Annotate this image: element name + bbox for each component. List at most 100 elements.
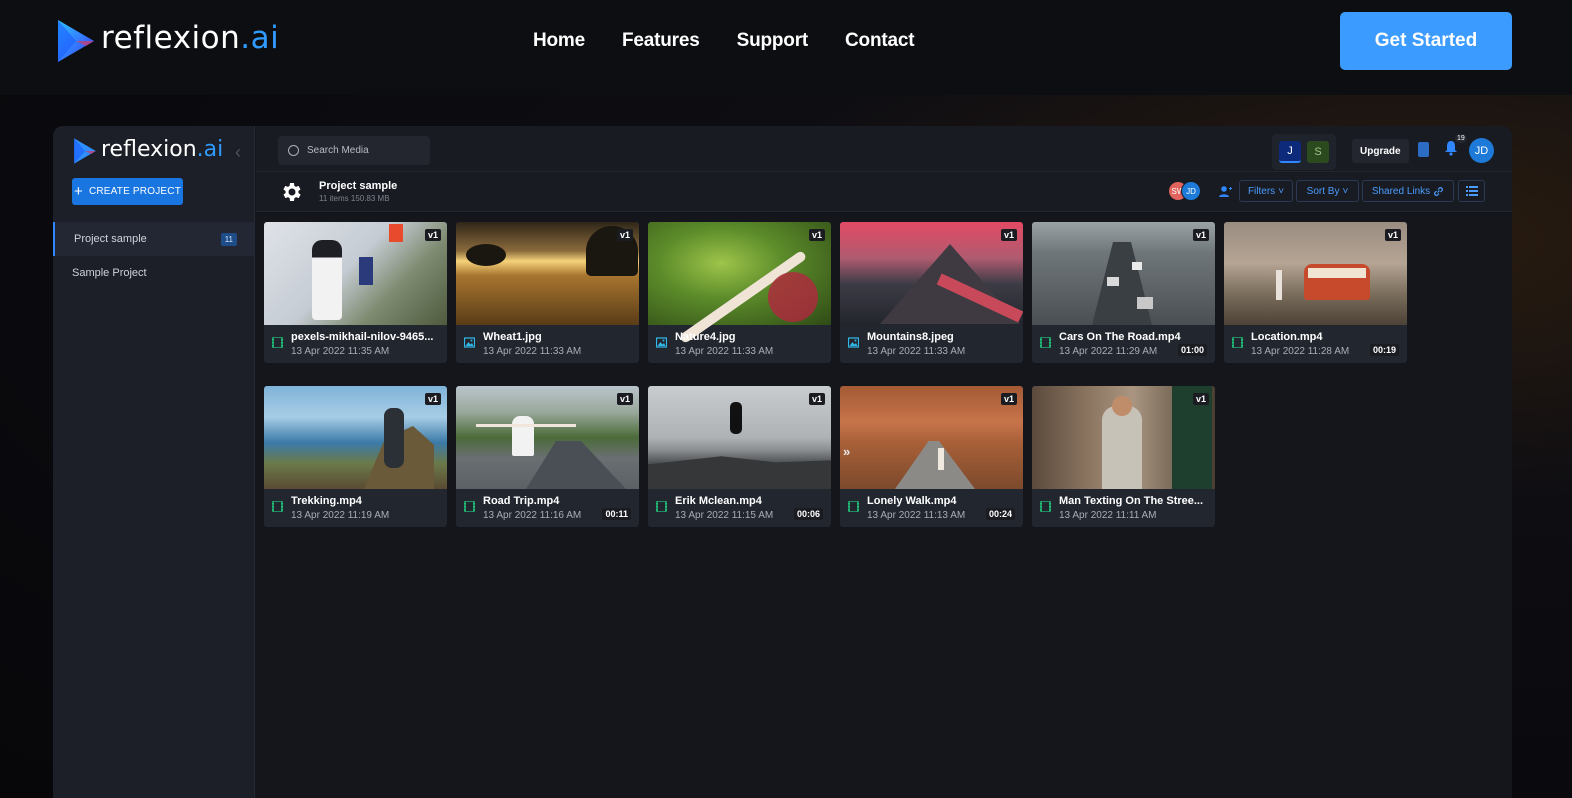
media-thumbnail [1224,222,1407,325]
workspace-j[interactable]: J [1279,141,1301,163]
media-date: 13 Apr 2022 11:13 AM [867,510,966,521]
filters-button[interactable]: Filters ˅ [1239,180,1293,202]
image-file-icon [656,337,667,348]
media-card[interactable]: v1 Wheat1.jpg 13 Apr 2022 11:33 AM [456,222,639,363]
video-file-icon [1040,501,1051,512]
media-name: Erik Mclean.mp4 [675,495,762,507]
project-meta: 11 items 150.83 MB [319,194,390,203]
media-thumbnail [456,222,639,325]
sort-by-button[interactable]: Sort By ˅ [1296,180,1359,202]
media-card[interactable]: v1 01:00 Cars On The Road.mp4 13 Apr 202… [1032,222,1215,363]
brand-name: reflexion [101,20,241,56]
duration-badge: 00:24 [985,508,1015,520]
add-user-icon[interactable] [1218,185,1232,198]
sort-by-label: Sort By [1306,185,1340,197]
media-thumbnail [840,386,1023,489]
media-date: 13 Apr 2022 11:35 AM [291,346,390,357]
media-name: Road Trip.mp4 [483,495,560,507]
media-name: Man Texting On The Stree... [1059,495,1204,507]
project-name: Project sample [74,233,147,245]
workspace-s[interactable]: S [1307,141,1329,163]
app-brand-name: reflexion [101,136,197,162]
video-file-icon [1040,337,1051,348]
brand-suffix: .ai [240,20,280,56]
media-card[interactable]: v1 Trekking.mp4 13 Apr 2022 11:19 AM [264,386,447,527]
chevron-down-icon: ˅ [1342,185,1349,197]
media-date: 13 Apr 2022 11:11 AM [1059,510,1157,521]
media-date: 13 Apr 2022 11:19 AM [291,510,390,521]
media-thumbnail [840,222,1023,325]
media-card[interactable]: v1 Nature4.jpg 13 Apr 2022 11:33 AM [648,222,831,363]
media-date: 13 Apr 2022 11:33 AM [867,346,966,357]
media-date: 13 Apr 2022 11:16 AM [483,510,582,521]
play-logo-icon [74,138,96,164]
create-project-button[interactable]: + CREATE PROJECT [72,178,183,205]
search-icon [288,145,299,156]
duration-badge: 00:19 [1369,344,1399,356]
nav-home[interactable]: Home [533,30,585,52]
image-file-icon [848,337,859,348]
project-item[interactable]: Project sample 11 [53,222,255,256]
nav-support[interactable]: Support [737,30,809,52]
media-thumbnail [648,386,831,489]
media-name: Location.mp4 [1251,331,1323,343]
media-card[interactable]: v1 Mountains8.jpeg 13 Apr 2022 11:33 AM [840,222,1023,363]
media-date: 13 Apr 2022 11:33 AM [483,346,582,357]
get-started-button[interactable]: Get Started [1340,12,1512,70]
version-badge: v1 [808,393,825,405]
project-toolbar: Project sample 11 items 150.83 MB SW JD … [256,172,1512,212]
chevron-left-icon[interactable]: ‹ [235,142,241,163]
video-file-icon [272,337,283,348]
duration-badge: 00:06 [793,508,823,520]
upgrade-button[interactable]: Upgrade [1352,139,1409,163]
media-card[interactable]: v1 00:06 Erik Mclean.mp4 13 Apr 2022 11:… [648,386,831,527]
media-card[interactable]: v1 00:11 Road Trip.mp4 13 Apr 2022 11:16… [456,386,639,527]
media-thumbnail [648,222,831,345]
search-input[interactable] [307,145,417,156]
nav-contact[interactable]: Contact [845,30,915,52]
media-thumbnail [264,222,447,325]
media-card[interactable]: v1 pexels-mikhail-nilov-9465... 13 Apr 2… [264,222,447,363]
version-badge: v1 [1192,393,1209,405]
version-badge: v1 [424,393,441,405]
notification-count: 19 [1455,134,1467,143]
avatar: JD [1181,181,1201,201]
collaborator-avatars[interactable]: SW JD [1168,181,1201,201]
video-file-icon [1232,337,1243,348]
version-badge: v1 [616,393,633,405]
shared-links-button[interactable]: Shared Links [1362,180,1454,202]
media-card[interactable]: v1 Man Texting On The Stree... 13 Apr 20… [1032,386,1215,527]
app-window: reflexion.ai ‹ + CREATE PROJECT Project … [53,126,1512,798]
media-date: 13 Apr 2022 11:28 AM [1251,346,1350,357]
media-name: Trekking.mp4 [291,495,362,507]
user-avatar[interactable]: JD [1469,138,1494,163]
project-item[interactable]: Sample Project [53,256,255,290]
link-icon [1434,186,1444,196]
main-nav: Home Features Support Contact [533,30,915,52]
video-file-icon [848,501,859,512]
gear-icon[interactable] [280,180,304,204]
version-badge: v1 [1384,229,1401,241]
site-logo[interactable]: reflexion.ai [56,18,279,64]
version-badge: v1 [424,229,441,241]
media-card[interactable]: v1 00:19 Location.mp4 13 Apr 2022 11:28 … [1224,222,1407,363]
image-file-icon [464,337,475,348]
video-file-icon [272,501,283,512]
filters-label: Filters [1247,185,1276,197]
media-thumbnail [1032,222,1215,325]
bell-icon[interactable] [1444,140,1458,156]
scrub-chevrons-icon: » [843,444,851,459]
play-logo-icon [58,20,94,62]
media-thumbnail [264,386,447,489]
project-count-badge: 11 [220,233,237,246]
version-badge: v1 [1192,229,1209,241]
list-view-button[interactable] [1458,180,1485,202]
media-name: Lonely Walk.mp4 [867,495,957,507]
media-card[interactable]: » v1 00:24 Lonely Walk.mp4 13 Apr 2022 1… [840,386,1023,527]
app-logo[interactable]: reflexion.ai [73,136,223,166]
nav-features[interactable]: Features [622,30,700,52]
search-box[interactable] [278,136,430,165]
workspace-switcher: J S [1272,134,1336,170]
clipboard-icon[interactable] [1418,142,1429,157]
video-file-icon [656,501,667,512]
